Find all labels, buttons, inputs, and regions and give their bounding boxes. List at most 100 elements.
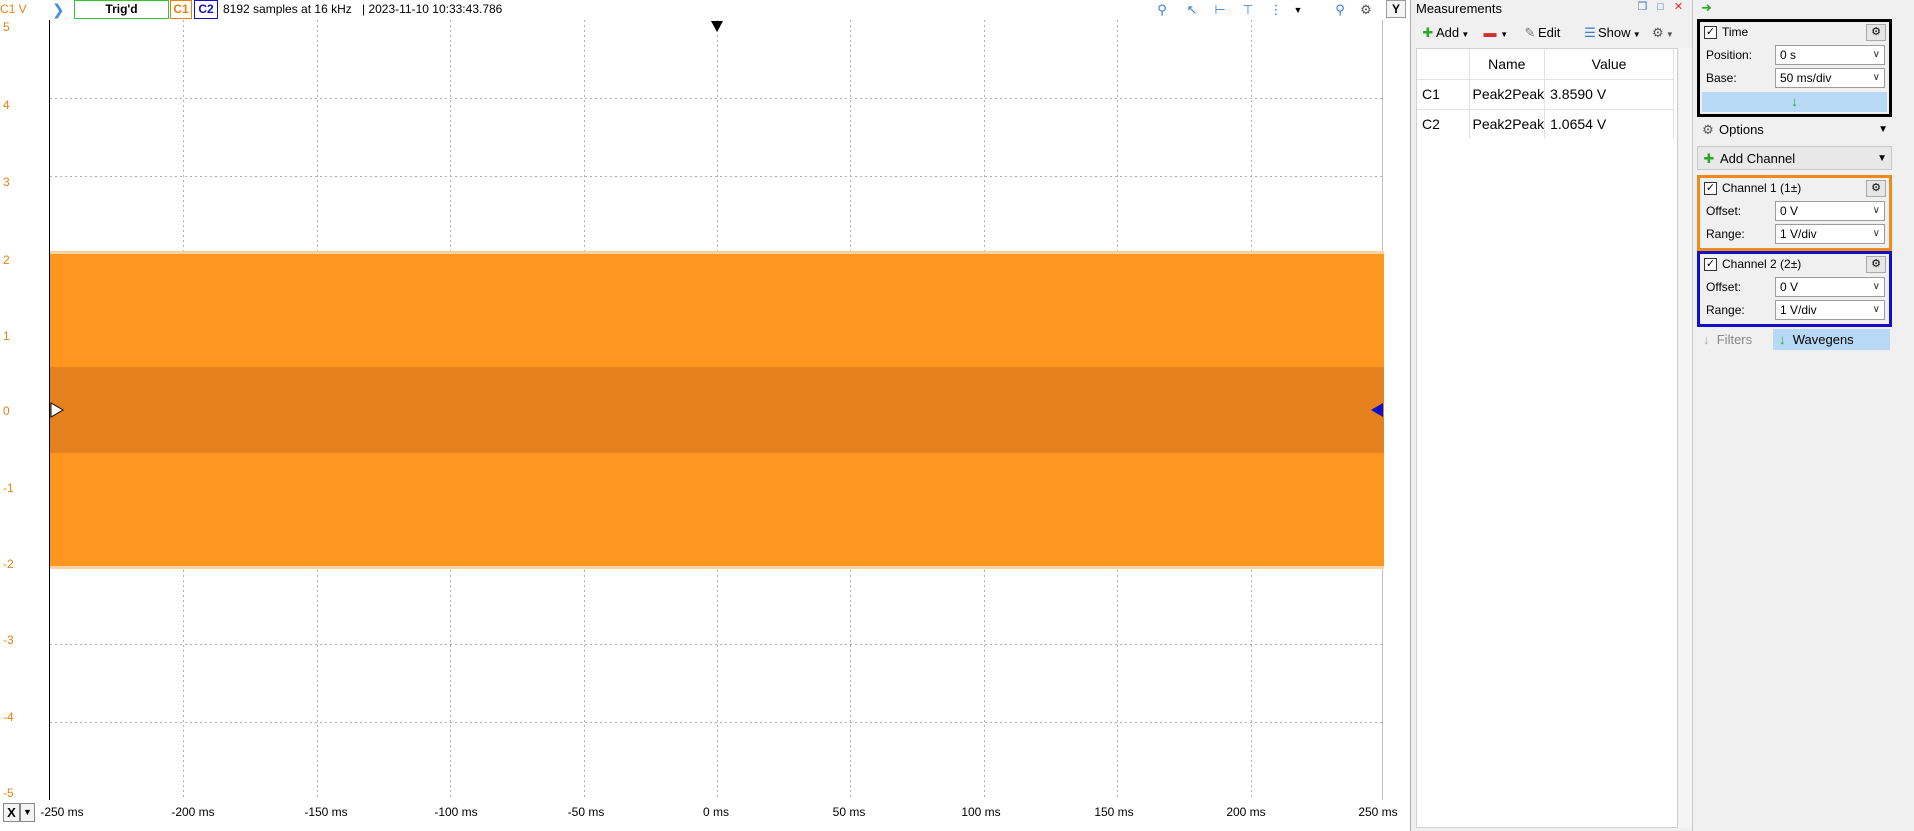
show-measurement-button[interactable]: ☰ Show ▼ (1582, 23, 1641, 43)
measurements-panel: Measurements ❐ □ ✕ ✚ Add ▼ ▬ ▼ ✎ Edit ☰ Sho… (1410, 0, 1692, 831)
control-panel-scrollbar[interactable] (1892, 20, 1912, 820)
time-expand-button[interactable]: ↓ (1702, 92, 1887, 112)
channel-1-title: Channel 1 (1±) (1722, 181, 1802, 195)
acquisition-timestamp: | 2023-11-10 10:33:43.786 (362, 2, 503, 16)
measurement-value: 1.0654 V (1544, 108, 1674, 139)
table-header-row: Name Value (1417, 49, 1674, 79)
down-arrow-icon: ↓ (1779, 332, 1786, 347)
trigger-status: Trig'd (74, 0, 169, 19)
column-header: Value (1544, 49, 1674, 79)
channel-1-toggle[interactable]: C1 (170, 0, 192, 19)
x-tick: 250 ms (1358, 805, 1398, 819)
add-channel-label: Add Channel (1720, 151, 1796, 166)
zoom-icon[interactable]: ⚲ (1152, 1, 1172, 19)
panel-arrow-icon[interactable]: ➜ (1701, 0, 1712, 16)
time-settings-icon[interactable]: ⚙ (1866, 24, 1886, 41)
channel-1-envelope-bottom (50, 566, 1384, 569)
edit-icon: ✎ (1524, 25, 1536, 40)
maximize-window-icon[interactable]: □ (1653, 1, 1668, 15)
chevron-down-icon: ∨ (1872, 228, 1880, 239)
time-base-value: 50 ms/div (1780, 71, 1832, 85)
measurements-scrollbar[interactable] (1679, 48, 1692, 828)
cursor-numbers-icon[interactable]: ⋮ (1266, 1, 1286, 19)
channel-2-toggle[interactable]: C2 (194, 0, 218, 19)
channel-1-range-select[interactable]: 1 V/div ∨ (1775, 224, 1885, 244)
table-row[interactable]: C2 Peak2Peak 1.0654 V (1417, 108, 1674, 139)
measurement-settings-icon[interactable]: ⚙ ▼ (1652, 23, 1674, 43)
dropdown-icon: ▼ (1878, 124, 1888, 135)
channel-1-settings-icon[interactable]: ⚙ (1866, 180, 1886, 197)
time-checkbox[interactable]: ✓ (1704, 26, 1717, 39)
list-icon: ☰ (1584, 25, 1596, 40)
zoom-fit-icon[interactable]: ⚲ (1330, 1, 1350, 19)
x-tick: 100 ms (961, 805, 1001, 819)
y-tick: -4 (3, 710, 14, 724)
x-axis-button[interactable]: X (3, 803, 20, 822)
chevron-down-icon: ∨ (1872, 304, 1880, 315)
options-gear-icon: ⚙ (1702, 122, 1714, 137)
add-measurement-button[interactable]: ✚ Add ▼ (1420, 23, 1470, 43)
x-axis-dropdown-icon[interactable]: ▼ (20, 803, 35, 822)
range-label: Range: (1706, 227, 1745, 241)
channel-2-checkbox[interactable]: ✓ (1704, 258, 1717, 271)
x-tick: 50 ms (832, 805, 866, 819)
scope-view: C1 V ❯ Trig'd C1 C2 8192 samples at 16 k… (0, 0, 1410, 831)
y-axis-button[interactable]: Y (1386, 0, 1406, 18)
restore-window-icon[interactable]: ❐ (1635, 1, 1650, 15)
channel-2-offset-select[interactable]: 0 V ∨ (1775, 277, 1885, 297)
y-tick: 5 (3, 20, 10, 34)
waveform-plot[interactable] (49, 20, 1384, 800)
horizontal-cursor-icon[interactable]: ⊤ (1238, 1, 1258, 19)
vertical-cursor-icon[interactable]: ⊢ (1210, 1, 1230, 19)
offset-label: Offset: (1706, 204, 1742, 218)
tab-wavegens[interactable]: ↓ Wavegens (1773, 329, 1890, 350)
control-panel: ➜ ✓ Time ⚙ Position: 0 s ∨ Base: 50 ms/di… (1692, 0, 1914, 831)
range-label: Range: (1706, 303, 1745, 317)
channel-1-offset-select[interactable]: 0 V ∨ (1775, 201, 1885, 221)
dropdown-icon: ▼ (1877, 153, 1887, 164)
channel-2-group: ✓ Channel 2 (2±) ⚙ Offset: 0 V ∨ Range: 1… (1697, 251, 1892, 327)
time-position-select[interactable]: 0 s ∨ (1775, 45, 1885, 65)
measurement-channel: C1 (1417, 78, 1470, 109)
down-arrow-icon: ↓ (1703, 332, 1710, 347)
y-tick: -5 (3, 786, 14, 800)
cursor-dropdown-icon[interactable]: ▼ (1288, 1, 1308, 19)
channel-1-checkbox[interactable]: ✓ (1704, 182, 1717, 195)
samples-info: 8192 samples at 16 kHz (223, 2, 352, 16)
y-tick: -2 (3, 557, 14, 571)
channel-2-settings-icon[interactable]: ⚙ (1866, 256, 1886, 273)
down-arrow-icon: ↓ (1791, 94, 1798, 109)
channel-1-range-value: 1 V/div (1780, 227, 1817, 241)
channel-2-range-value: 1 V/div (1780, 303, 1817, 317)
time-base-select[interactable]: 50 ms/div ∨ (1775, 68, 1885, 88)
remove-measurement-button[interactable]: ▬ ▼ (1482, 23, 1509, 43)
y-tick: 0 (3, 404, 10, 418)
cursor-pointer-icon[interactable]: ↖ (1182, 1, 1202, 19)
column-header (1417, 49, 1470, 79)
active-channel-unit: C1 V (0, 2, 27, 16)
x-tick: 150 ms (1094, 805, 1134, 819)
table-row[interactable]: C1 Peak2Peak 3.8590 V (1417, 78, 1674, 109)
edit-measurement-button[interactable]: ✎ Edit (1522, 23, 1561, 43)
channel-2-range-select[interactable]: 1 V/div ∨ (1775, 300, 1885, 320)
settings-gear-icon[interactable]: ⚙ (1356, 1, 1376, 19)
chevron-down-icon: ∨ (1872, 281, 1880, 292)
position-label: Position: (1706, 48, 1753, 62)
waveforms-app: C1 V ❯ Trig'd C1 C2 8192 samples at 16 k… (0, 0, 1914, 831)
close-window-icon[interactable]: ✕ (1671, 1, 1686, 15)
channel-1-envelope-top (50, 251, 1384, 254)
channel-2-title: Channel 2 (2±) (1722, 257, 1802, 271)
y-tick: -3 (3, 633, 14, 647)
tab-filters[interactable]: ↓ Filters (1703, 329, 1773, 350)
measurement-name: Peak2Peak (1469, 78, 1546, 109)
add-channel-button[interactable]: ✚ Add Channel ▼ (1697, 146, 1892, 170)
run-arrow-icon[interactable]: ❯ (52, 1, 70, 19)
wavegens-label: Wavegens (1792, 332, 1854, 347)
measurement-name: Peak2Peak (1469, 108, 1546, 139)
column-header: Name (1469, 49, 1546, 79)
options-row[interactable]: ⚙ Options ▼ (1697, 118, 1892, 142)
options-label: Options (1719, 122, 1764, 137)
plot-canvas (50, 20, 1384, 800)
y-tick: 3 (3, 175, 10, 189)
measurements-toolbar: ✚ Add ▼ ▬ ▼ ✎ Edit ☰ Show ▼ ⚙ ▼ (1412, 20, 1692, 46)
